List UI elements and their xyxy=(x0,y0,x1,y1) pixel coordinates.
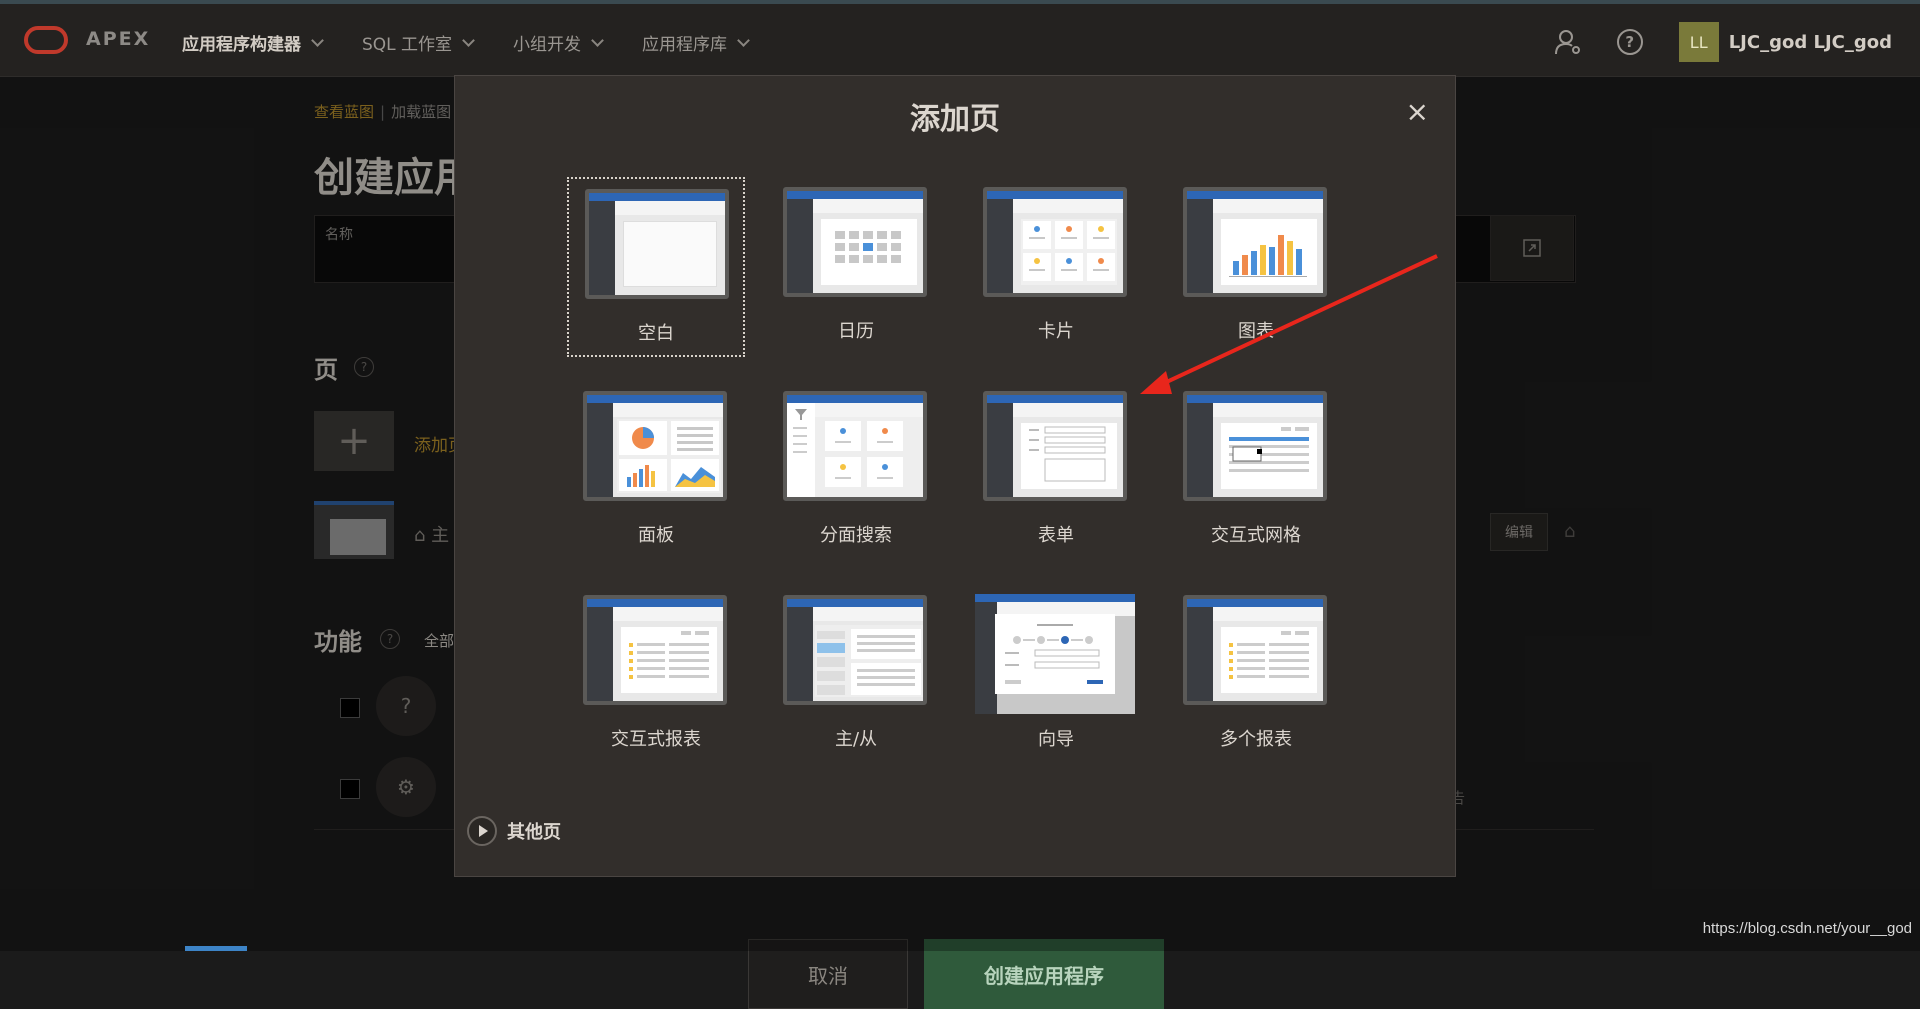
nav-team-dev[interactable]: 小组开发 xyxy=(513,30,604,55)
play-icon xyxy=(467,816,497,846)
nav-sql-workshop-label: SQL 工作室 xyxy=(362,35,453,55)
tile-label: 交互式报表 xyxy=(611,729,701,750)
tile-label: 图表 xyxy=(1238,321,1274,342)
nav-app-gallery[interactable]: 应用程序库 xyxy=(642,30,750,55)
dialog-title: 添加页 xyxy=(910,102,1000,137)
tile-label: 空白 xyxy=(638,323,674,344)
tile-label: 向导 xyxy=(1038,729,1074,750)
nav-right: ? LL LJC_god LJC_god xyxy=(1553,22,1892,62)
close-icon[interactable]: × xyxy=(1406,98,1429,126)
tile-label: 卡片 xyxy=(1038,321,1074,342)
tile-label: 交互式网格 xyxy=(1211,525,1301,546)
nav-sql-workshop[interactable]: SQL 工作室 xyxy=(362,30,475,55)
oracle-logo-icon[interactable] xyxy=(24,26,68,54)
tile-label: 主/从 xyxy=(834,729,878,750)
tile-form[interactable]: 表单 xyxy=(967,381,1145,561)
nav-app-builder[interactable]: 应用程序构建器 xyxy=(182,30,324,55)
chevron-down-icon xyxy=(591,33,604,47)
nav-app-builder-label: 应用程序构建器 xyxy=(182,35,301,55)
add-page-dialog: 添加页 × 空白 日历 卡片 图表 面板 分面搜索 表单 交互式网格 交互式报表… xyxy=(454,75,1456,877)
chevron-down-icon xyxy=(737,33,750,47)
interactive-report-page-icon xyxy=(583,595,727,705)
tile-label: 分面搜索 xyxy=(820,525,892,546)
tile-label: 表单 xyxy=(1038,525,1074,546)
calendar-page-icon xyxy=(783,187,927,297)
tile-chart[interactable]: 图表 xyxy=(1167,177,1345,357)
nav-team-dev-label: 小组开发 xyxy=(513,35,582,55)
form-page-icon xyxy=(983,391,1127,501)
tile-dashboard[interactable]: 面板 xyxy=(567,381,745,561)
master-detail-page-icon xyxy=(783,595,927,705)
tile-label: 面板 xyxy=(638,525,674,546)
nav-menu: 应用程序构建器 SQL 工作室 小组开发 应用程序库 xyxy=(182,30,788,55)
nav-app-gallery-label: 应用程序库 xyxy=(642,35,728,55)
tile-calendar[interactable]: 日历 xyxy=(767,177,945,357)
chevron-down-icon xyxy=(311,33,324,47)
wizard-page-icon xyxy=(975,594,1135,714)
cards-page-icon xyxy=(983,187,1127,297)
avatar[interactable]: LL xyxy=(1678,22,1719,62)
tile-interactive-report[interactable]: 交互式报表 xyxy=(567,585,745,765)
faceted-search-page-icon xyxy=(783,391,927,501)
top-navbar: APEX 应用程序构建器 SQL 工作室 小组开发 应用程序库 ? LL LJC… xyxy=(0,4,1920,77)
chart-page-icon xyxy=(1183,187,1327,297)
tile-multiple-reports[interactable]: 多个报表 xyxy=(1167,585,1345,765)
interactive-grid-page-icon xyxy=(1183,391,1327,501)
dashboard-page-icon xyxy=(583,391,727,501)
blue-tab-indicator xyxy=(185,946,247,951)
chevron-down-icon xyxy=(462,33,475,47)
tile-label: 多个报表 xyxy=(1220,729,1292,750)
help-icon[interactable]: ? xyxy=(1616,29,1643,55)
tile-faceted-search[interactable]: 分面搜索 xyxy=(767,381,945,561)
other-pages-label: 其他页 xyxy=(507,822,561,843)
tile-blank[interactable]: 空白 xyxy=(567,177,745,357)
tile-label: 日历 xyxy=(838,321,874,342)
blank-page-icon xyxy=(585,189,729,299)
tile-cards[interactable]: 卡片 xyxy=(967,177,1145,357)
user-name[interactable]: LJC_god LJC_god xyxy=(1729,32,1892,53)
apex-brand[interactable]: APEX xyxy=(86,28,150,50)
watermark: https://blog.csdn.net/your__god xyxy=(1702,920,1912,937)
tile-wizard[interactable]: 向导 xyxy=(967,585,1145,765)
other-pages-toggle[interactable]: 其他页 xyxy=(467,816,561,846)
tile-interactive-grid[interactable]: 交互式网格 xyxy=(1167,381,1345,561)
multiple-reports-page-icon xyxy=(1183,595,1327,705)
tile-master-detail[interactable]: 主/从 xyxy=(767,585,945,765)
administration-icon[interactable] xyxy=(1553,27,1583,57)
